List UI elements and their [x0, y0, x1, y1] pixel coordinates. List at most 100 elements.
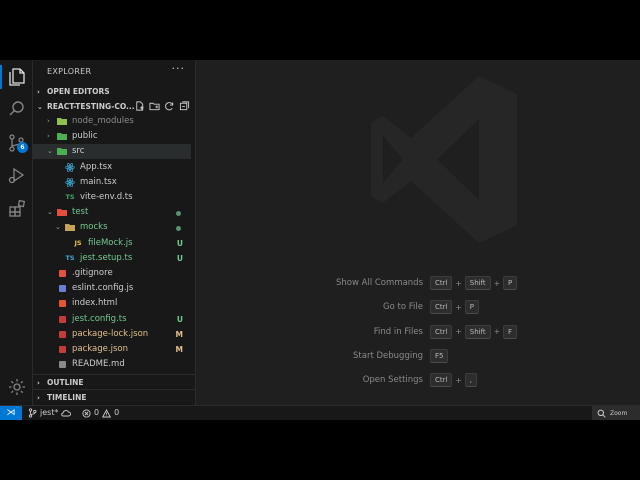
tree-item-label: fileMock.js — [88, 237, 133, 248]
shortcut-label[interactable]: Go to File — [383, 302, 423, 312]
tree-item-label: node_modules — [72, 116, 134, 126]
explorer-toolbar — [134, 100, 190, 112]
source-control-badge: 6 — [17, 142, 28, 153]
tree-file[interactable]: JS fileMock.js U — [33, 236, 191, 251]
tree-folder[interactable]: › public — [33, 129, 191, 144]
keycap: P — [502, 276, 518, 290]
tree-item-label: eslint.config.js — [72, 283, 134, 294]
timeline-section[interactable]: › TIMELINE — [33, 389, 196, 404]
folder-icon — [57, 147, 67, 156]
shortcut-row[interactable]: Find in Files Ctrl + Shift + F — [197, 324, 640, 341]
refresh-icon[interactable] — [164, 100, 175, 112]
explorer-files-icon[interactable] — [6, 66, 28, 88]
shortcut-row[interactable]: Open Settings Ctrl +, — [197, 373, 640, 389]
chevron-right-icon: › — [47, 117, 50, 125]
react-icon — [65, 177, 75, 187]
tree-folder[interactable]: ⌄ test — [33, 205, 191, 220]
status-bar: ⋊ jest* 0 0 Zoom — [0, 405, 640, 420]
tree-item-label: test — [72, 207, 89, 218]
key-plus: + — [455, 327, 462, 337]
tree-item-label: package-lock.json — [72, 328, 149, 339]
git-status-badge: U — [176, 238, 183, 248]
more-actions-icon[interactable]: ··· — [172, 62, 186, 75]
tree-file[interactable]: package-lock.json M — [33, 327, 191, 342]
git-file-icon — [57, 269, 67, 278]
tree-file[interactable]: TS jest.setup.ts U — [33, 251, 191, 266]
folder-icon — [65, 223, 75, 232]
problems-indicator[interactable]: 0 0 — [82, 406, 119, 420]
tree-item-label: index.html — [72, 298, 118, 309]
keycap: Ctrl — [430, 373, 453, 388]
tree-item-label: README.md — [72, 359, 125, 370]
extensions-icon[interactable] — [6, 198, 28, 220]
eslint-file-icon — [57, 284, 67, 293]
tree-file[interactable]: index.html — [33, 296, 191, 311]
git-status-badge: M — [175, 329, 183, 339]
tree-file[interactable]: main.tsx — [33, 175, 191, 190]
active-view-indicator — [0, 65, 2, 89]
key-plus: + — [455, 302, 462, 312]
tree-file[interactable]: TS vite-env.d.ts — [33, 190, 191, 205]
remote-indicator-icon[interactable]: ⋊ — [0, 406, 22, 420]
folder-icon — [57, 117, 67, 126]
shortcut-keys: Ctrl + P — [430, 300, 479, 315]
tree-item-label: src — [72, 146, 85, 157]
keycap: , — [464, 373, 477, 388]
shortcut-label[interactable]: Find in Files — [374, 327, 423, 337]
open-editors-section[interactable]: › OPEN EDITORS — [33, 84, 196, 99]
run-debug-icon[interactable] — [6, 164, 28, 186]
zoom-control[interactable]: Zoom — [592, 406, 640, 420]
shortcut-label[interactable]: Show All Commands — [336, 278, 423, 288]
shortcut-keys: Ctrl + Shift + F — [430, 324, 518, 339]
tree-item-label: package.json — [72, 344, 128, 354]
tree-folder[interactable]: ⌄ src — [33, 144, 191, 160]
chevron-right-icon: › — [37, 88, 40, 96]
folder-icon — [57, 132, 67, 141]
tree-file[interactable]: jest.config.ts U — [33, 312, 191, 327]
chevron-down-icon: ⌄ — [47, 147, 53, 156]
timeline-label: TIMELINE — [47, 393, 87, 402]
tree-file[interactable]: README.md — [33, 357, 191, 372]
ts-file-icon: TS — [65, 253, 75, 262]
shortcut-label[interactable]: Start Debugging — [353, 351, 423, 361]
tree-file[interactable]: .gitignore — [33, 266, 191, 281]
search-icon[interactable] — [6, 98, 28, 120]
keycap: Ctrl — [430, 324, 453, 339]
tree-item-label: App.tsx — [80, 161, 113, 172]
chevron-right-icon: › — [37, 394, 40, 402]
outline-section[interactable]: › OUTLINE — [33, 374, 196, 389]
git-status-dot — [176, 226, 181, 232]
key-plus: + — [455, 278, 462, 288]
tree-file[interactable]: App.tsx — [33, 160, 191, 175]
collapse-all-icon[interactable] — [179, 100, 190, 112]
new-folder-icon[interactable] — [149, 100, 160, 112]
sync-cloud-icon — [61, 410, 72, 417]
tree-file[interactable]: package.json M — [33, 342, 191, 357]
git-status-badge: M — [175, 345, 183, 354]
project-section[interactable]: ⌄ REACT-TESTING-CO... — [33, 99, 196, 114]
shortcut-keys: F5 — [430, 348, 449, 363]
project-label: REACT-TESTING-CO... — [47, 102, 135, 111]
shortcut-label[interactable]: Open Settings — [363, 375, 423, 385]
git-status-badge: U — [176, 314, 183, 324]
shortcut-row[interactable]: Show All Commands Ctrl + Shift + P — [197, 276, 640, 292]
tree-folder[interactable]: ⌄ mocks — [33, 220, 191, 235]
html-file-icon — [57, 299, 67, 308]
ts-file-icon: TS — [65, 193, 75, 201]
git-status-badge: U — [176, 253, 183, 263]
branch-indicator[interactable]: jest* — [28, 406, 72, 420]
shortcut-row[interactable]: Start Debugging F5 — [197, 348, 640, 365]
branch-name: jest* — [40, 408, 59, 417]
settings-gear-icon[interactable] — [6, 376, 28, 398]
keycap: F5 — [430, 348, 449, 363]
tree-file[interactable]: eslint.config.js — [33, 281, 191, 296]
tree-folder[interactable]: › node_modules — [33, 114, 191, 129]
npm-file-icon — [57, 345, 67, 354]
keycap: Shift — [464, 324, 491, 339]
shortcut-row[interactable]: Go to File Ctrl + P — [197, 300, 640, 316]
editor-welcome-area: Show All Commands Ctrl + Shift + P Go to File C… — [197, 60, 640, 405]
explorer-sidebar: EXPLORER ··· › OPEN EDITORS ⌄ REACT-TESTIN… — [33, 60, 228, 405]
warning-count: 0 — [114, 408, 120, 417]
jest-file-icon — [57, 315, 67, 324]
new-file-icon[interactable] — [134, 100, 145, 112]
